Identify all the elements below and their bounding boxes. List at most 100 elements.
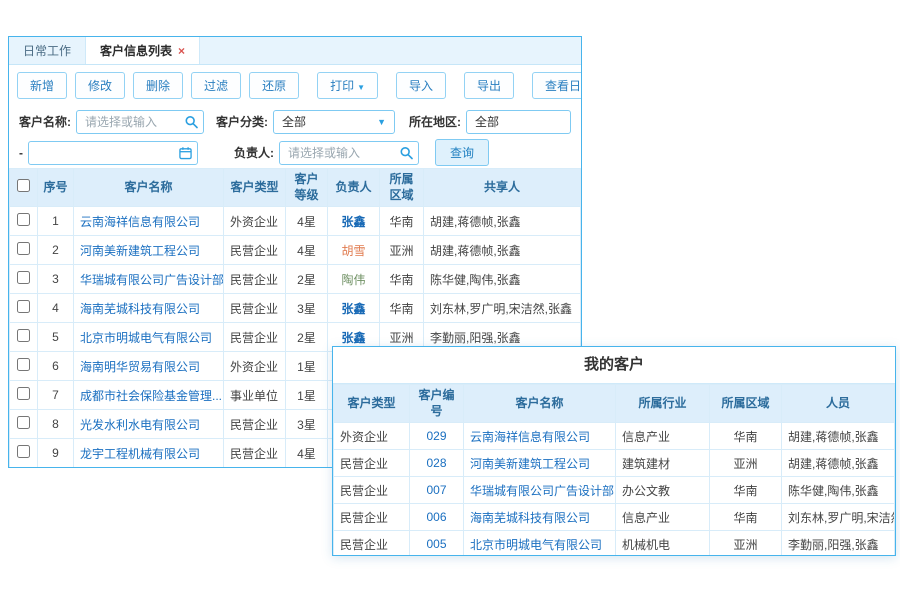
owner-link[interactable]: 张鑫: [341, 331, 365, 345]
customer-name-link[interactable]: 北京市明城电气有限公司: [470, 538, 602, 552]
cell-industry: 建筑建材: [616, 450, 710, 477]
customer-code-link[interactable]: 028: [426, 456, 446, 470]
row-checkbox[interactable]: [17, 358, 30, 371]
cell-code: 005: [410, 531, 464, 556]
cell-no: 9: [38, 439, 74, 468]
delete-button[interactable]: 删除: [133, 72, 183, 99]
search-icon[interactable]: [400, 146, 413, 159]
tab-daily-work[interactable]: 日常工作: [9, 37, 86, 64]
owner-link[interactable]: 张鑫: [341, 215, 365, 229]
customer-name-link[interactable]: 海南芜城科技有限公司: [470, 511, 590, 525]
tab-customer-list[interactable]: 客户信息列表 ×: [86, 37, 200, 64]
popup-row[interactable]: 民营企业 005 北京市明城电气有限公司 机械机电 亚洲 李勤丽,阳强,张鑫: [334, 531, 895, 556]
cell-level: 4星: [286, 236, 328, 265]
cell-level: 4星: [286, 439, 328, 468]
popup-title: 我的客户: [333, 347, 895, 384]
owner-input[interactable]: [279, 141, 419, 165]
customer-name-link[interactable]: 华瑞城有限公司广告设计部: [470, 484, 614, 498]
caret-down-icon: ▼: [357, 83, 365, 92]
chevron-down-icon: ▼: [377, 117, 386, 127]
row-checkbox[interactable]: [17, 242, 30, 255]
filter-button[interactable]: 过滤: [191, 72, 241, 99]
cell-shared: 胡建,蒋德帧,张鑫: [424, 236, 581, 265]
date-input[interactable]: [28, 141, 198, 165]
cell-industry: 信息产业: [616, 504, 710, 531]
print-button[interactable]: 打印▼: [317, 72, 378, 99]
owner-link[interactable]: 陶伟: [341, 273, 365, 287]
customer-name-link[interactable]: 海南明华贸易有限公司: [80, 360, 200, 374]
popup-row[interactable]: 民营企业 028 河南美新建筑工程公司 建筑建材 亚洲 胡建,蒋德帧,张鑫: [334, 450, 895, 477]
cell-region: 华南: [710, 504, 782, 531]
owner-link[interactable]: 胡雪: [341, 244, 365, 258]
customer-name-link[interactable]: 北京市明城电气有限公司: [80, 331, 212, 345]
customer-name-link[interactable]: 河南美新建筑工程公司: [470, 457, 590, 471]
table-row[interactable]: 4 海南芜城科技有限公司 民营企业 3星 张鑫 华南 刘东林,罗广明,宋洁然,张…: [10, 294, 581, 323]
cell-name: 河南美新建筑工程公司: [464, 450, 616, 477]
cell-industry: 办公文教: [616, 477, 710, 504]
customer-name-link[interactable]: 光发水利水电有限公司: [80, 418, 200, 432]
edit-button[interactable]: 修改: [75, 72, 125, 99]
export-button[interactable]: 导出: [464, 72, 514, 99]
restore-button[interactable]: 还原: [249, 72, 299, 99]
customer-name-link[interactable]: 海南芜城科技有限公司: [80, 302, 200, 316]
calendar-icon[interactable]: [179, 146, 192, 159]
select-all-checkbox[interactable]: [17, 179, 30, 192]
cell-level: 2星: [286, 265, 328, 294]
row-checkbox[interactable]: [17, 329, 30, 342]
popup-header-row: 客户类型 客户编号 客户名称 所属行业 所属区域 人员: [334, 385, 895, 423]
cell-type: 民营企业: [334, 531, 410, 556]
table-row[interactable]: 1 云南海祥信息有限公司 外资企业 4星 张鑫 华南 胡建,蒋德帧,张鑫: [10, 207, 581, 236]
cell-name: 北京市明城电气有限公司: [74, 323, 224, 352]
customer-name-link[interactable]: 云南海祥信息有限公司: [80, 215, 200, 229]
customer-code-link[interactable]: 005: [426, 537, 446, 551]
search-icon[interactable]: [185, 115, 198, 128]
customer-code-link[interactable]: 006: [426, 510, 446, 524]
cell-type: 民营企业: [224, 439, 286, 468]
cell-code: 006: [410, 504, 464, 531]
view-log-button[interactable]: 查看日志: [532, 72, 582, 99]
cell-name: 云南海祥信息有限公司: [464, 423, 616, 450]
customer-name-label: 客户名称:: [19, 113, 71, 130]
header-industry: 所属行业: [616, 385, 710, 423]
cell-name: 华瑞城有限公司广告设计部: [74, 265, 224, 294]
customer-code-link[interactable]: 029: [426, 429, 446, 443]
tab-bar: 日常工作 客户信息列表 ×: [9, 37, 581, 65]
cell-no: 8: [38, 410, 74, 439]
cell-region: 华南: [380, 294, 424, 323]
popup-row[interactable]: 民营企业 007 华瑞城有限公司广告设计部 办公文教 华南 陈华健,陶伟,张鑫: [334, 477, 895, 504]
cell-name: 华瑞城有限公司广告设计部: [464, 477, 616, 504]
customer-category-select[interactable]: 全部 ▼: [273, 110, 395, 134]
row-checkbox[interactable]: [17, 416, 30, 429]
popup-row[interactable]: 外资企业 029 云南海祥信息有限公司 信息产业 华南 胡建,蒋德帧,张鑫: [334, 423, 895, 450]
customer-name-link[interactable]: 云南海祥信息有限公司: [470, 430, 590, 444]
popup-row[interactable]: 民营企业 006 海南芜城科技有限公司 信息产业 华南 刘东林,罗广明,宋洁然.…: [334, 504, 895, 531]
table-header-row: 序号 客户名称 客户类型 客户等级 负责人 所属区域 共享人: [10, 169, 581, 207]
customer-name-link[interactable]: 成都市社会保险基金管理...: [80, 389, 222, 403]
owner-link[interactable]: 张鑫: [341, 302, 365, 316]
cell-type: 民营企业: [224, 294, 286, 323]
close-icon[interactable]: ×: [178, 44, 185, 58]
cell-name: 龙宇工程机械有限公司: [74, 439, 224, 468]
district-select[interactable]: 全部: [466, 110, 571, 134]
row-checkbox[interactable]: [17, 300, 30, 313]
customer-name-link[interactable]: 龙宇工程机械有限公司: [80, 447, 200, 461]
customer-name-link[interactable]: 华瑞城有限公司广告设计部: [80, 273, 224, 287]
query-button[interactable]: 查询: [435, 139, 489, 166]
header-type: 客户类型: [224, 169, 286, 207]
cell-region: 华南: [380, 207, 424, 236]
header-owner: 负责人: [328, 169, 380, 207]
cell-people: 胡建,蒋德帧,张鑫: [782, 450, 895, 477]
cell-type: 民营企业: [334, 504, 410, 531]
table-row[interactable]: 3 华瑞城有限公司广告设计部 民营企业 2星 陶伟 华南 陈华健,陶伟,张鑫: [10, 265, 581, 294]
import-button[interactable]: 导入: [396, 72, 446, 99]
row-checkbox[interactable]: [17, 387, 30, 400]
cell-owner: 胡雪: [328, 236, 380, 265]
cell-type: 民营企业: [334, 477, 410, 504]
customer-name-link[interactable]: 河南美新建筑工程公司: [80, 244, 200, 258]
table-row[interactable]: 2 河南美新建筑工程公司 民营企业 4星 胡雪 亚洲 胡建,蒋德帧,张鑫: [10, 236, 581, 265]
row-checkbox[interactable]: [17, 271, 30, 284]
add-button[interactable]: 新增: [17, 72, 67, 99]
row-checkbox[interactable]: [17, 445, 30, 458]
customer-code-link[interactable]: 007: [426, 483, 446, 497]
row-checkbox[interactable]: [17, 213, 30, 226]
